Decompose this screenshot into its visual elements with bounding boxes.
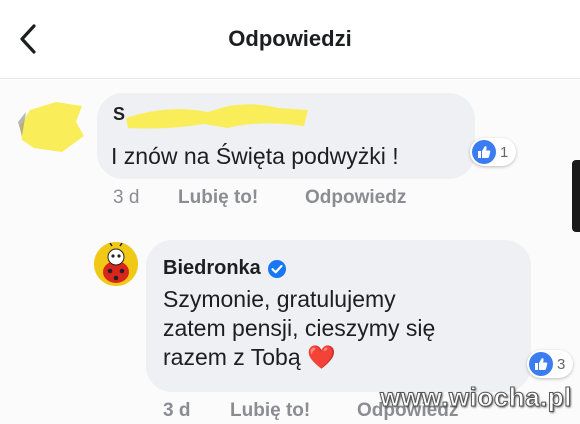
verified-badge-icon xyxy=(267,259,287,279)
biedronka-avatar[interactable] xyxy=(94,242,138,286)
comment-author[interactable]: Biedronka xyxy=(163,257,261,280)
comment-text: I znów na Święta podwyżki ! xyxy=(111,143,399,169)
redaction-mark xyxy=(108,98,318,134)
comment-text-line: Szymonie, gratulujemy xyxy=(163,286,396,312)
header-divider xyxy=(0,78,580,79)
reaction-count: 3 xyxy=(557,355,566,373)
comment-text: Szymonie, gratulujemy zatem pensji, cies… xyxy=(163,285,503,372)
reaction-count-badge[interactable]: 3 xyxy=(527,350,574,378)
comment-text-line: razem z Tobą ❤️ xyxy=(163,343,503,372)
app-header: Odpowiedzi xyxy=(0,0,580,78)
page-title: Odpowiedzi xyxy=(228,26,352,51)
comment-timestamp: 3 d xyxy=(163,400,191,421)
reaction-count-badge[interactable]: 1 xyxy=(470,138,517,166)
edge-shadow xyxy=(572,160,580,232)
comment-text-segment: razem z Tobą xyxy=(163,344,301,370)
like-icon xyxy=(529,352,553,376)
comment-text-line: zatem pensji, cieszymy się xyxy=(163,315,436,341)
heart-emoji: ❤️ xyxy=(307,344,336,370)
reaction-count: 1 xyxy=(500,143,509,161)
user-avatar-redacted[interactable] xyxy=(16,96,86,158)
comment-author-row: Biedronka xyxy=(163,257,287,280)
watermark: www.wiocha.pl xyxy=(380,382,572,413)
reply-link[interactable]: Odpowiedz xyxy=(305,187,406,209)
like-link[interactable]: Lubię to! xyxy=(178,187,258,209)
like-link[interactable]: Lubię to! xyxy=(230,400,310,422)
like-icon xyxy=(472,140,496,164)
comment-timestamp: 3 d xyxy=(113,187,140,208)
